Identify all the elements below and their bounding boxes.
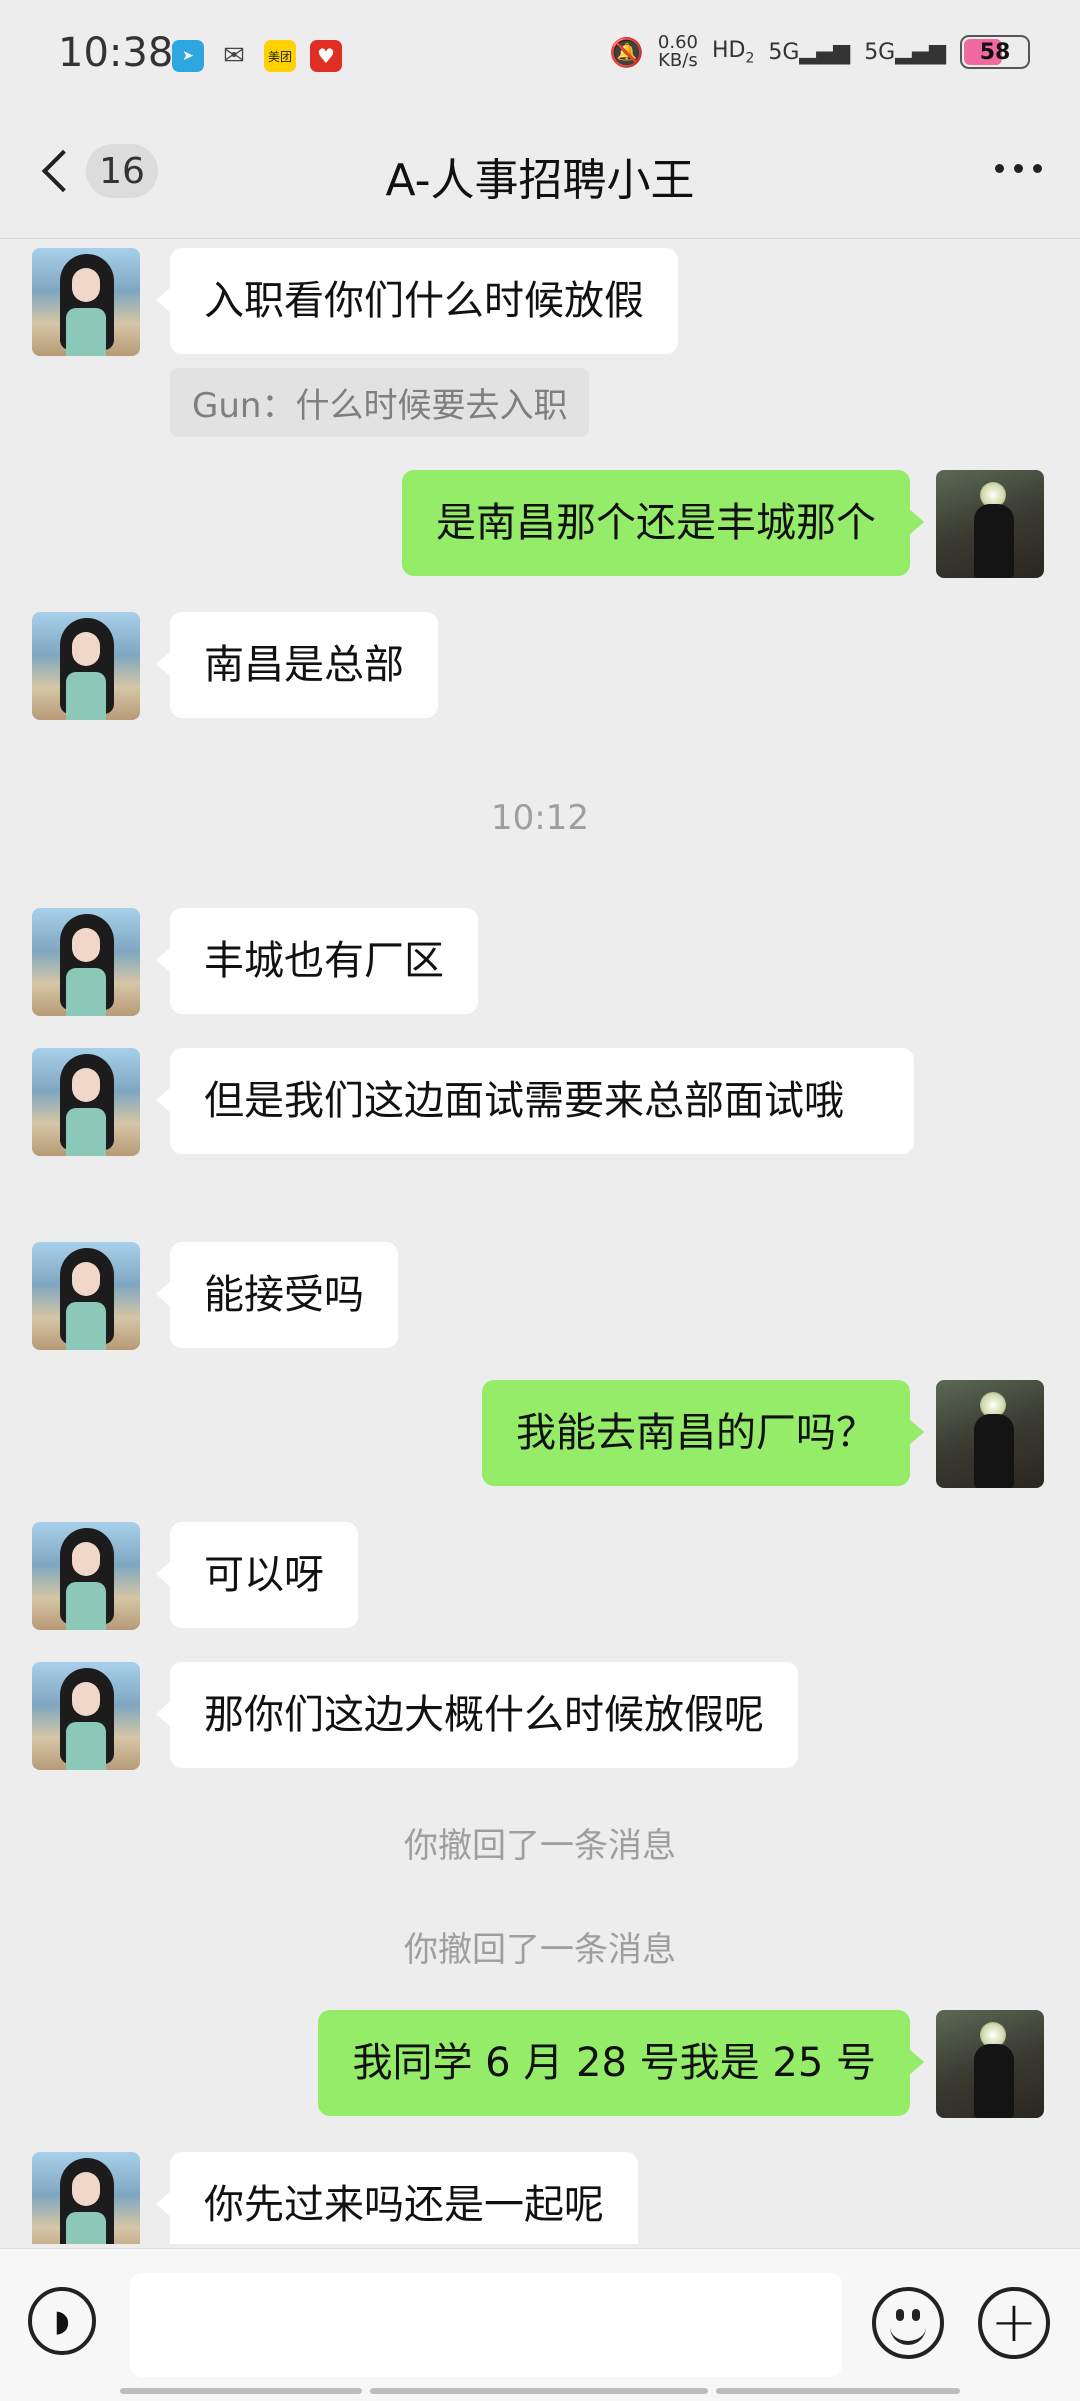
gesture-bar bbox=[370, 2388, 708, 2394]
meituan-icon: 美团 bbox=[264, 40, 296, 72]
chat-header: 16 A-人事招聘小王 bbox=[0, 110, 1080, 239]
contact-avatar[interactable] bbox=[32, 248, 140, 356]
message-bubble-incoming[interactable]: 南昌是总部 bbox=[156, 612, 438, 718]
message-bubble-incoming[interactable]: 那你们这边大概什么时候放假呢 bbox=[156, 1662, 798, 1768]
pinduoduo-icon: ♥ bbox=[310, 40, 342, 72]
my-avatar[interactable] bbox=[936, 2010, 1044, 2118]
chat-message-list[interactable]: 入职看你们什么时候放假 Gun：什么时候要去入职 是南昌那个还是丰城那个 南昌是… bbox=[0, 240, 1080, 2244]
mute-bell-icon: 🔕 bbox=[609, 35, 644, 69]
status-indicators: 🔕 0.60 KB/s HD2 5G▂▄▆ 5G▂▄▆ 58 bbox=[609, 34, 1030, 70]
contact-avatar[interactable] bbox=[32, 612, 140, 720]
recalled-message-notice: 你撤回了一条消息 bbox=[404, 1826, 676, 1866]
gesture-bar bbox=[716, 2388, 960, 2394]
contact-avatar[interactable] bbox=[32, 1242, 140, 1350]
emoji-button[interactable] bbox=[872, 2287, 944, 2359]
voice-input-button[interactable]: ◗ bbox=[28, 2287, 96, 2355]
contact-avatar[interactable] bbox=[32, 908, 140, 1016]
gesture-bar bbox=[120, 2388, 362, 2394]
message-bubble-incoming[interactable]: 入职看你们什么时候放假 bbox=[156, 248, 678, 354]
message-bubble-incoming[interactable]: 可以呀 bbox=[156, 1522, 358, 1628]
more-functions-button[interactable]: + bbox=[978, 2287, 1050, 2359]
signal-icon-1: 5G▂▄▆ bbox=[768, 39, 851, 65]
contact-avatar[interactable] bbox=[32, 2152, 140, 2244]
contact-avatar[interactable] bbox=[32, 1522, 140, 1630]
recalled-message-notice: 你撤回了一条消息 bbox=[404, 1930, 676, 1970]
telegram-icon: ➤ bbox=[172, 40, 204, 72]
message-input[interactable] bbox=[130, 2273, 842, 2377]
status-bar: 10:38 ➤ ✉ 美团 ♥ 🔕 0.60 KB/s HD2 5G▂▄▆ 5G▂… bbox=[0, 0, 1080, 110]
wechat-icon: ✉ bbox=[218, 40, 250, 72]
message-bubble-incoming[interactable]: 但是我们这边面试需要来总部面试哦 bbox=[156, 1048, 914, 1154]
chat-title: A-人事招聘小王 bbox=[385, 155, 695, 206]
status-time: 10:38 bbox=[58, 30, 174, 76]
more-options-button[interactable] bbox=[995, 164, 1042, 173]
smiley-icon bbox=[896, 2309, 904, 2321]
chat-input-bar: ◗ + bbox=[0, 2248, 1080, 2401]
contact-avatar[interactable] bbox=[32, 1048, 140, 1156]
timestamp-divider: 10:12 bbox=[491, 798, 589, 838]
more-dot bbox=[995, 164, 1004, 173]
message-bubble-outgoing[interactable]: 我同学 6 月 28 号我是 25 号 bbox=[318, 2010, 924, 2116]
message-bubble-incoming[interactable]: 你先过来吗还是一起呢 bbox=[156, 2152, 638, 2244]
voice-wave-icon: ◗ bbox=[54, 2303, 70, 2339]
message-bubble-outgoing[interactable]: 我能去南昌的厂吗？ bbox=[482, 1380, 924, 1486]
quoted-message[interactable]: Gun：什么时候要去入职 bbox=[170, 368, 590, 437]
contact-avatar[interactable] bbox=[32, 1662, 140, 1770]
hd-voice-icon: HD2 bbox=[711, 37, 755, 67]
my-avatar[interactable] bbox=[936, 470, 1044, 578]
message-bubble-outgoing[interactable]: 是南昌那个还是丰城那个 bbox=[402, 470, 924, 576]
notification-icons: ➤ ✉ 美团 ♥ bbox=[172, 40, 342, 72]
battery-icon: 58 bbox=[960, 35, 1030, 69]
message-bubble-incoming[interactable]: 丰城也有厂区 bbox=[156, 908, 478, 1014]
my-avatar[interactable] bbox=[936, 1380, 1044, 1488]
message-bubble-incoming[interactable]: 能接受吗 bbox=[156, 1242, 398, 1348]
more-dot bbox=[1014, 164, 1023, 173]
more-dot bbox=[1033, 164, 1042, 173]
network-speed: 0.60 KB/s bbox=[657, 32, 698, 71]
signal-icon-2: 5G▂▄▆ bbox=[864, 39, 946, 65]
plus-icon: + bbox=[990, 2290, 1038, 2355]
